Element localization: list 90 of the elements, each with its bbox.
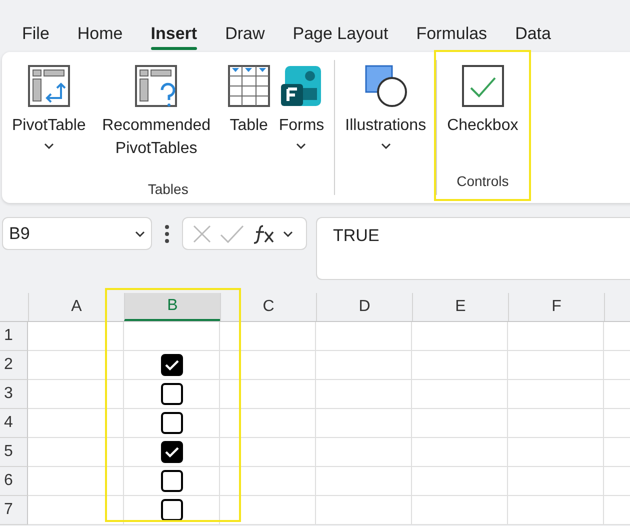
ribbon-button[interactable]: Checkbox [443, 52, 522, 173]
grid-cell[interactable] [28, 438, 124, 467]
row-header[interactable]: 4 [0, 409, 28, 438]
menu-tab[interactable]: Draw [213, 20, 277, 48]
grid-cell[interactable] [316, 438, 412, 467]
row-header[interactable]: 1 [0, 322, 28, 351]
grid-cell[interactable] [124, 409, 220, 438]
grid-cell[interactable] [508, 380, 604, 409]
grid-cell[interactable] [220, 467, 316, 496]
grid-cell[interactable] [316, 351, 412, 380]
shapes-icon [364, 64, 408, 108]
row-header[interactable]: 6 [0, 467, 28, 496]
column-header[interactable]: D [316, 293, 412, 321]
grid-cell[interactable] [28, 351, 124, 380]
grid-cell[interactable] [28, 322, 124, 351]
cell-checkbox[interactable] [160, 412, 182, 434]
grid-cell[interactable] [316, 380, 412, 409]
cell-checkbox[interactable] [160, 383, 182, 405]
grid-cell[interactable] [508, 322, 604, 351]
row-header[interactable]: 2 [0, 351, 28, 380]
grid-cell[interactable] [124, 322, 220, 351]
pivot-table-icon [26, 64, 71, 108]
grid-cell[interactable] [124, 351, 220, 380]
formula-field[interactable]: TRUE [316, 217, 630, 280]
grid-cell[interactable] [412, 380, 508, 409]
grid-cell[interactable] [508, 438, 604, 467]
grid-cell[interactable] [124, 467, 220, 496]
row-header[interactable]: 7 [0, 496, 28, 525]
column-header[interactable]: B [124, 293, 220, 321]
grid-cell[interactable] [28, 496, 124, 525]
grid-cell[interactable] [28, 467, 124, 496]
grid-cell[interactable] [220, 380, 316, 409]
grid-cell[interactable] [508, 496, 604, 525]
forms-icon [279, 64, 324, 108]
grid-cell[interactable] [412, 467, 508, 496]
cell-checkbox[interactable] [160, 441, 182, 463]
column-header[interactable]: C [220, 293, 316, 321]
grid-cell[interactable] [124, 496, 220, 525]
ribbon-button[interactable]: Recommended PivotTables [90, 52, 223, 181]
grid-cell[interactable] [412, 409, 508, 438]
grid-cell[interactable] [316, 409, 412, 438]
grid-cell[interactable] [508, 351, 604, 380]
cancel-icon[interactable] [191, 222, 213, 244]
grid-cell[interactable] [508, 467, 604, 496]
grid-cell[interactable] [220, 322, 316, 351]
caret-icon [283, 230, 293, 236]
enter-icon[interactable] [219, 222, 245, 244]
caret-icon [135, 230, 145, 236]
recommended-pivot-icon [134, 64, 178, 108]
grid-cell[interactable] [316, 467, 412, 496]
more-icon[interactable] [165, 224, 169, 242]
row-header[interactable]: 3 [0, 380, 28, 409]
grid-cell[interactable] [220, 409, 316, 438]
ribbon-button[interactable]: Table [222, 52, 275, 181]
checkbox-icon [460, 64, 505, 108]
grid-cell[interactable] [28, 409, 124, 438]
column-header[interactable]: E [412, 293, 508, 321]
grid-cell[interactable] [412, 322, 508, 351]
grid-cell[interactable] [124, 380, 220, 409]
name-box[interactable]: B9 [2, 217, 152, 250]
ribbon-button[interactable]: Illustrations [341, 52, 430, 169]
table-icon [226, 64, 271, 108]
grid-cell[interactable] [316, 496, 412, 525]
menu-tab[interactable]: Insert [138, 20, 210, 48]
grid-cell[interactable] [316, 322, 412, 351]
checkmark-icon [164, 359, 178, 371]
menu-tab[interactable]: Formulas [404, 20, 500, 48]
cell-checkbox[interactable] [160, 354, 182, 376]
menu-tab[interactable]: File [10, 20, 62, 48]
grid-cell[interactable] [508, 409, 604, 438]
grid-cell[interactable] [412, 351, 508, 380]
checkmark-icon [164, 446, 178, 458]
grid-cell[interactable] [412, 438, 508, 467]
menu-tab[interactable]: Home [65, 20, 135, 48]
ribbon-button[interactable]: Forms [274, 52, 328, 181]
grid-cell[interactable] [412, 496, 508, 525]
menu-tab[interactable]: Page Layout [280, 20, 400, 48]
column-header[interactable]: F [508, 293, 604, 321]
grid-cell[interactable] [220, 438, 316, 467]
grid-cell[interactable] [220, 351, 316, 380]
menu-tab[interactable]: Data [503, 20, 563, 48]
grid-cell[interactable] [124, 438, 220, 467]
group-label: Tables [146, 181, 190, 199]
ribbon-button[interactable]: PivotTable [8, 52, 90, 181]
cell-checkbox[interactable] [160, 470, 182, 492]
row-header[interactable]: 5 [0, 438, 28, 467]
group-label: Controls [456, 173, 510, 191]
cell-checkbox[interactable] [160, 499, 182, 521]
grid-cell[interactable] [28, 380, 124, 409]
grid-cell[interactable] [220, 496, 316, 525]
